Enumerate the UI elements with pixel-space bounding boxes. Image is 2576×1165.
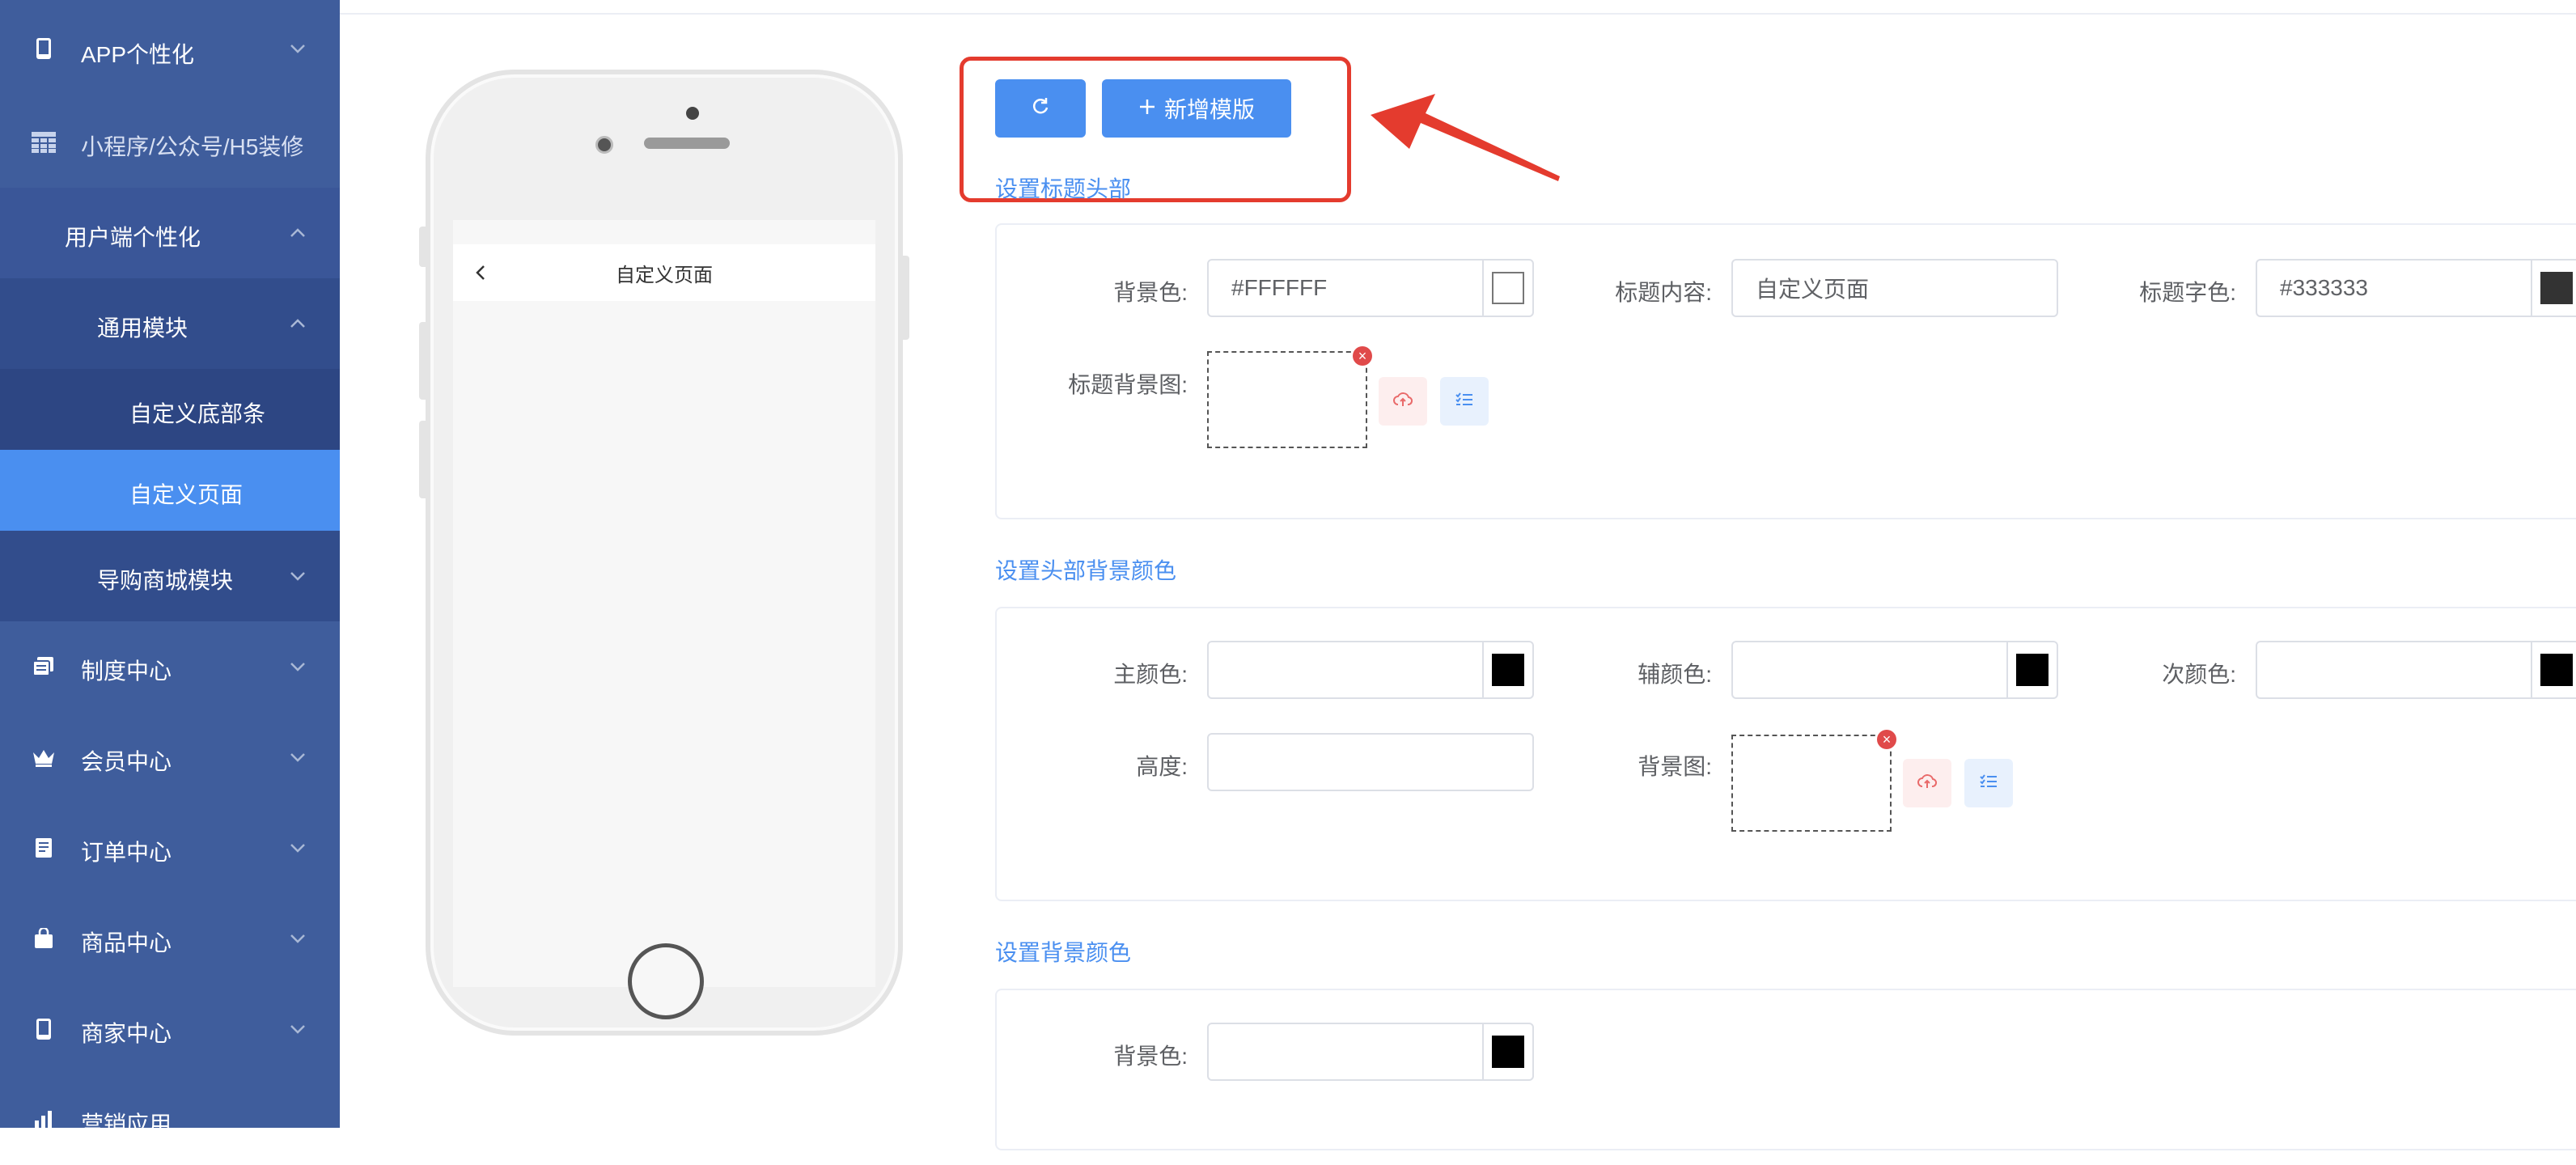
phone-sensor <box>686 107 699 120</box>
phone-camera <box>595 136 613 154</box>
upload-button[interactable] <box>1379 377 1427 426</box>
title-bg-image-label: 标题背景图: <box>1068 372 1188 397</box>
sidebar-item-system-center[interactable]: 制度中心 <box>0 621 340 712</box>
title-font-color-input[interactable]: #333333 <box>2256 259 2576 317</box>
phone-screen: 自定义页面 <box>453 220 875 987</box>
secondary-color-label: 次颜色: <box>2162 662 2236 687</box>
sidebar-item-marketing-apps[interactable]: 营销应用 <box>0 1074 340 1165</box>
sidebar-item-label: 订单中心 <box>81 840 172 865</box>
height-input[interactable] <box>1207 733 1534 791</box>
close-icon[interactable]: × <box>1877 730 1896 749</box>
section-page-bg: 设置背景颜色 <box>995 940 1132 965</box>
primary-color-input[interactable] <box>1207 641 1534 699</box>
chevron-down-icon <box>288 929 307 948</box>
sidebar-item-label: 用户端个性化 <box>65 225 201 250</box>
upload-button[interactable] <box>1903 759 1951 807</box>
chevron-down-icon <box>288 566 307 586</box>
list-icon <box>1979 773 1998 794</box>
title-font-color-label: 标题字色: <box>2139 280 2236 305</box>
sidebar-item-member-center[interactable]: 会员中心 <box>0 712 340 803</box>
phone-page-title: 自定义页面 <box>616 264 713 286</box>
color-picker[interactable] <box>2531 641 2576 699</box>
primary-color-label: 主颜色: <box>1113 662 1188 687</box>
bg-color-input[interactable]: #FFFFFF <box>1207 259 1534 317</box>
assist-color-label: 辅颜色: <box>1638 662 1712 687</box>
chevron-down-icon <box>288 657 307 676</box>
chevron-down-icon <box>288 1019 307 1039</box>
section-title-header: 设置标题头部 <box>995 176 1132 201</box>
sidebar-item-label: 制度中心 <box>81 659 172 684</box>
color-picker[interactable] <box>1482 1023 1532 1081</box>
assist-color-input[interactable] <box>1731 641 2058 699</box>
phone-preview: 自定义页面 <box>426 70 903 1036</box>
sidebar-item-shopping-mall-module[interactable]: 导购商城模块 <box>0 531 340 621</box>
sidebar-item-label: 小程序/公众号/H5装修 <box>81 134 304 159</box>
phone-home-button <box>628 943 704 1019</box>
crown-icon <box>31 744 57 770</box>
sidebar-item-common-module[interactable]: 通用模块 <box>0 278 340 369</box>
sidebar-item-label: 商品中心 <box>81 930 172 955</box>
color-swatch <box>2540 272 2573 304</box>
page-bg-color-input[interactable] <box>1207 1023 1534 1081</box>
sidebar-item-product-center[interactable]: 商品中心 <box>0 893 340 984</box>
sidebar: APP个性化 小程序/公众号/H5装修 用户端个性化 通用模块 自定义底部条 自… <box>0 0 340 1137</box>
header-bg-image-upload[interactable]: × <box>1731 730 1896 832</box>
document-stack-icon <box>31 654 57 680</box>
chevron-up-icon <box>288 223 307 243</box>
title-bg-image-upload[interactable]: × <box>1207 346 1372 448</box>
sidebar-item-app-personalization[interactable]: APP个性化 <box>0 0 340 97</box>
sidebar-item-label: 导购商城模块 <box>97 568 234 593</box>
title-font-color-value: #333333 <box>2280 275 2369 300</box>
phone-page-header: 自定义页面 <box>453 244 875 301</box>
sidebar-item-label: 会员中心 <box>81 749 172 774</box>
chevron-up-icon <box>288 314 307 333</box>
sidebar-item-label: 通用模块 <box>97 316 189 341</box>
sidebar-item-label: APP个性化 <box>81 42 195 67</box>
bg-image-label: 背景图: <box>1638 754 1712 779</box>
grid-icon <box>31 129 57 155</box>
sidebar-item-merchant-center[interactable]: 商家中心 <box>0 984 340 1074</box>
sidebar-item-label: 营销应用 <box>81 1112 172 1137</box>
section-header-bg: 设置头部背景颜色 <box>995 558 1177 583</box>
color-swatch <box>1492 1036 1524 1068</box>
cloud-upload-icon <box>1393 392 1413 412</box>
chart-icon <box>31 1107 57 1133</box>
title-content-value: 自定义页面 <box>1756 277 1870 302</box>
order-icon <box>31 835 57 861</box>
list-icon <box>1455 392 1474 412</box>
chevron-down-icon <box>288 39 307 58</box>
secondary-color-input[interactable] <box>2256 641 2576 699</box>
bg-color-value: #FFFFFF <box>1231 275 1328 300</box>
chevron-down-icon <box>288 838 307 858</box>
image-library-button[interactable] <box>1440 377 1489 426</box>
back-arrow-icon[interactable] <box>471 262 492 283</box>
annotation-arrow-icon <box>1371 94 1560 181</box>
sidebar-item-label: 自定义页面 <box>129 482 244 507</box>
top-divider <box>340 13 2576 15</box>
phone-speaker <box>644 138 730 149</box>
title-content-input[interactable]: 自定义页面 <box>1731 259 2058 317</box>
chevron-down-icon <box>288 748 307 767</box>
color-swatch <box>2540 654 2573 686</box>
bg-color-label: 背景色: <box>1113 280 1188 305</box>
page-bg-color-label: 背景色: <box>1113 1044 1188 1069</box>
title-content-label: 标题内容: <box>1615 280 1712 305</box>
sidebar-item-order-center[interactable]: 订单中心 <box>0 803 340 893</box>
bag-icon <box>31 926 57 951</box>
phone-icon <box>31 36 57 61</box>
sidebar-item-label: 商家中心 <box>81 1021 172 1046</box>
color-picker[interactable] <box>2531 259 2576 317</box>
sidebar-item-custom-bottom-bar[interactable]: 自定义底部条 <box>0 369 340 450</box>
cloud-upload-icon <box>1917 773 1938 794</box>
phone-icon <box>31 1016 57 1042</box>
image-library-button[interactable] <box>1964 759 2013 807</box>
height-label: 高度: <box>1136 754 1188 779</box>
close-icon[interactable]: × <box>1353 346 1372 366</box>
sidebar-item-custom-page[interactable]: 自定义页面 <box>0 450 340 531</box>
sidebar-item-user-personalization[interactable]: 用户端个性化 <box>0 188 340 278</box>
sidebar-item-label: 自定义底部条 <box>129 401 266 426</box>
sidebar-item-miniprogram-decoration[interactable]: 小程序/公众号/H5装修 <box>0 97 340 188</box>
